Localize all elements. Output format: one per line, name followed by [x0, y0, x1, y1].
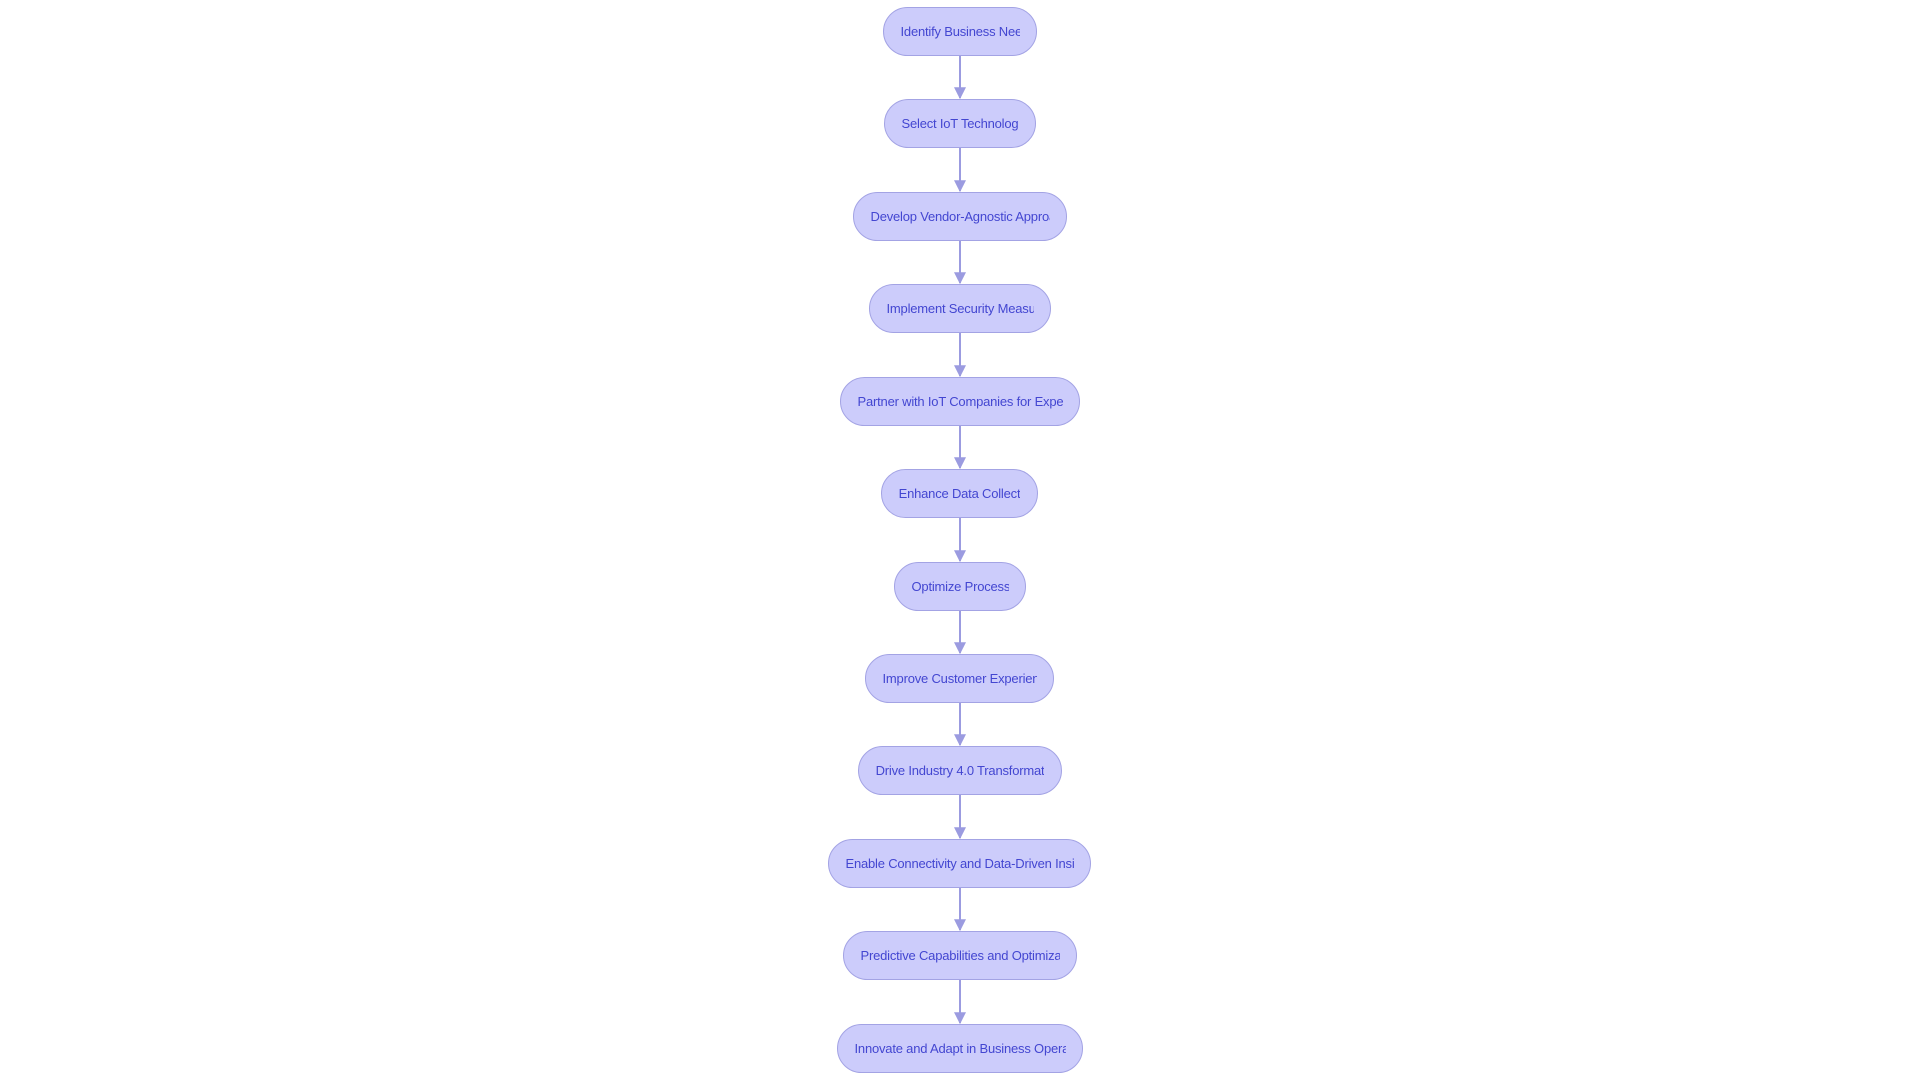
flow-node-partner-with-iot-companies[interactable]: Partner with IoT Companies for Exper	[840, 377, 1080, 426]
node-label: Develop Vendor-Agnostic Approa	[870, 209, 1050, 224]
flow-node-identify-business-needs[interactable]: Identify Business Nee	[883, 7, 1037, 56]
flow-node-select-iot-technologies[interactable]: Select IoT Technologi	[884, 99, 1036, 148]
node-label: Enable Connectivity and Data-Driven Insi	[845, 856, 1074, 871]
flow-node-innovate-and-adapt[interactable]: Innovate and Adapt in Business Operat	[837, 1024, 1083, 1073]
edge-layer	[954, 56, 966, 1025]
flow-node-optimize-processes[interactable]: Optimize Process	[894, 562, 1026, 611]
node-label: Implement Security Measu	[886, 301, 1034, 316]
node-label: Optimize Process	[911, 579, 1009, 594]
flow-node-predictive-capabilities[interactable]: Predictive Capabilities and Optimiza	[843, 931, 1077, 980]
flow-node-drive-industry-4-transformation[interactable]: Drive Industry 4.0 Transformat	[858, 746, 1062, 795]
flowchart-canvas: Identify Business Nee Select IoT Technol…	[0, 0, 1920, 1080]
node-label: Improve Customer Experien	[882, 671, 1037, 686]
node-label: Innovate and Adapt in Business Operat	[854, 1041, 1066, 1056]
flow-node-enable-connectivity-insights[interactable]: Enable Connectivity and Data-Driven Insi	[828, 839, 1091, 888]
node-label: Identify Business Nee	[900, 24, 1020, 39]
flow-node-enhance-data-collection[interactable]: Enhance Data Collect	[881, 469, 1038, 518]
node-label: Partner with IoT Companies for Exper	[857, 394, 1063, 409]
node-label: Enhance Data Collect	[898, 486, 1021, 501]
flow-node-implement-security-measures[interactable]: Implement Security Measu	[869, 284, 1051, 333]
flow-node-develop-vendor-agnostic-approach[interactable]: Develop Vendor-Agnostic Approa	[853, 192, 1067, 241]
node-label: Select IoT Technologi	[901, 116, 1019, 131]
flow-node-improve-customer-experience[interactable]: Improve Customer Experien	[865, 654, 1054, 703]
node-label: Drive Industry 4.0 Transformat	[875, 763, 1045, 778]
node-label: Predictive Capabilities and Optimiza	[860, 948, 1060, 963]
